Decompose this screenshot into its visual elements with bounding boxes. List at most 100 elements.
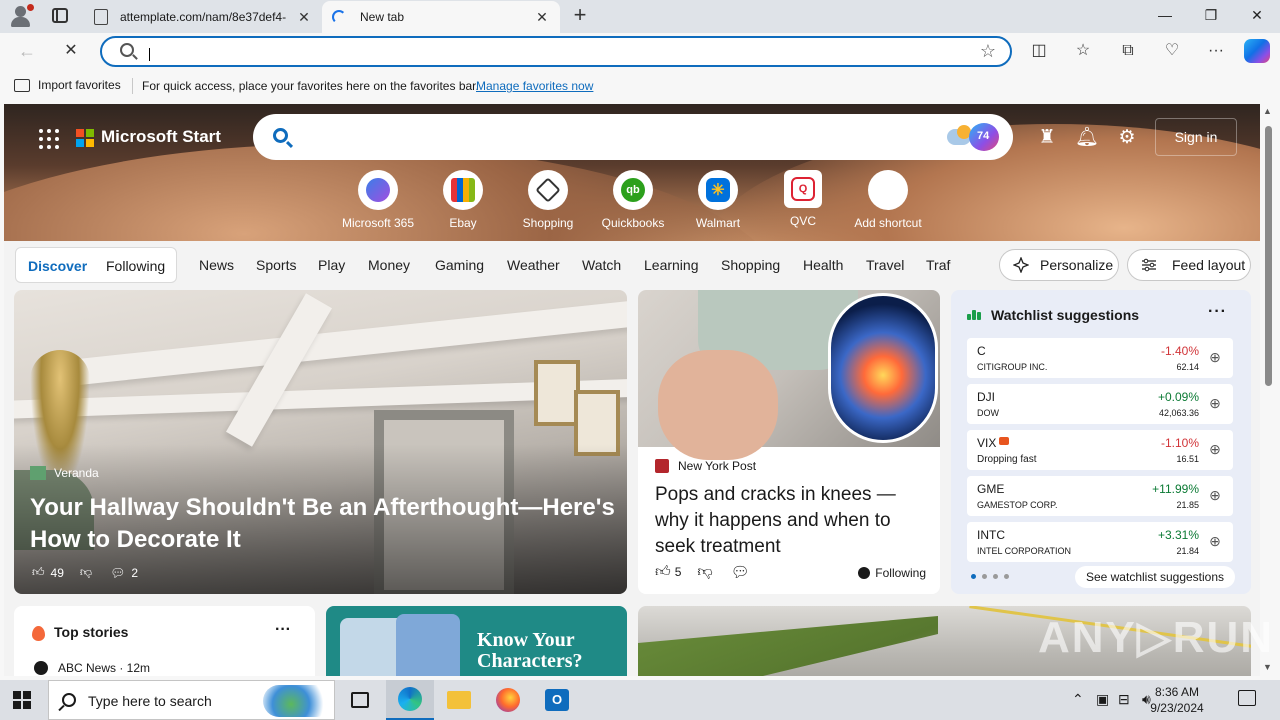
- category-traffic[interactable]: Traf: [926, 257, 950, 273]
- article-source[interactable]: New York Post: [655, 459, 756, 473]
- shortcut-label: Quickbooks: [601, 216, 665, 230]
- app-launcher-icon[interactable]: [39, 129, 59, 149]
- knee-article-card[interactable]: New York Post Pops and cracks in knees —…: [638, 290, 940, 594]
- article-headline[interactable]: Your Hallway Shouldn't Be an Afterthough…: [30, 492, 620, 556]
- scroll-up-arrow-icon[interactable]: ▲: [1263, 106, 1272, 116]
- see-watchlist-suggestions-button[interactable]: See watchlist suggestions: [1075, 566, 1235, 588]
- manage-favorites-link[interactable]: Manage favorites now: [476, 79, 593, 93]
- article-source[interactable]: Veranda: [30, 466, 99, 480]
- stock-row[interactable]: VIX Dropping fast -1.10% 16.51 ⊕: [967, 430, 1233, 470]
- add-to-watchlist-icon[interactable]: ⊕: [1205, 439, 1225, 459]
- collections-icon[interactable]: ⧉: [1115, 38, 1141, 64]
- shortcut-walmart[interactable]: ✳ Walmart: [678, 170, 758, 230]
- dislike-icon[interactable]: 👎︎: [697, 563, 712, 581]
- network-device-icon[interactable]: ▣: [1096, 691, 1109, 708]
- category-learning[interactable]: Learning: [644, 257, 699, 273]
- import-favorites-button[interactable]: Import favorites: [14, 78, 121, 92]
- add-to-watchlist-icon[interactable]: ⊕: [1205, 393, 1225, 413]
- category-health[interactable]: Health: [803, 257, 843, 273]
- add-to-watchlist-icon[interactable]: ⊕: [1205, 485, 1225, 505]
- settings-more-icon[interactable]: ···: [1203, 38, 1229, 64]
- profile-icon[interactable]: [8, 4, 34, 28]
- category-weather[interactable]: Weather: [507, 257, 560, 273]
- like-icon[interactable]: 👍︎: [655, 563, 671, 581]
- new-tab-button[interactable]: +: [568, 3, 592, 29]
- personalize-button[interactable]: Personalize: [999, 249, 1119, 281]
- shortcut-quickbooks[interactable]: qb Quickbooks: [593, 170, 673, 230]
- sign-in-button[interactable]: Sign in: [1155, 118, 1237, 156]
- article-headline[interactable]: Pops and cracks in knees — why it happen…: [655, 482, 930, 560]
- task-view-button[interactable]: [336, 680, 384, 720]
- category-news[interactable]: News: [199, 257, 234, 273]
- add-shortcut-button[interactable]: + Add shortcut: [848, 170, 928, 230]
- restore-button[interactable]: ❐: [1188, 0, 1234, 33]
- favorites-icon[interactable]: ☆: [1070, 38, 1096, 64]
- settings-gear-icon[interactable]: ⚙: [1115, 126, 1139, 150]
- minimize-button[interactable]: —: [1142, 0, 1188, 33]
- copilot-icon[interactable]: [1244, 39, 1270, 63]
- notifications-icon[interactable]: [1238, 690, 1256, 706]
- hero-article-card[interactable]: Veranda Your Hallway Shouldn't Be an Aft…: [14, 290, 627, 594]
- network-icon[interactable]: ⊟: [1118, 691, 1130, 708]
- tab-actions-icon[interactable]: [52, 8, 68, 23]
- quiz-game-card[interactable]: Know Your Characters?: [326, 606, 627, 676]
- weather-copilot-widget[interactable]: 74: [947, 123, 1003, 151]
- shortcut-shopping[interactable]: Shopping: [508, 170, 588, 230]
- windows-start-icon[interactable]: [13, 691, 31, 709]
- show-hidden-icons-chevron-icon[interactable]: ⌃: [1072, 691, 1084, 708]
- stock-row[interactable]: C CITIGROUP INC. -1.40% 62.14 ⊕: [967, 338, 1233, 378]
- taskbar-file-explorer[interactable]: [435, 680, 483, 720]
- following-button[interactable]: Following: [858, 566, 926, 580]
- page-scrollbar[interactable]: ▲ ▼: [1261, 104, 1276, 676]
- notifications-bell-icon[interactable]: 🔔︎: [1075, 126, 1099, 150]
- web-search-box[interactable]: 74: [253, 114, 1013, 160]
- category-money[interactable]: Money: [368, 257, 410, 273]
- tab-attemplate[interactable]: attemplate.com/nam/8e37def4- ✕: [84, 1, 322, 33]
- stock-row[interactable]: INTC INTEL CORPORATION +3.31% 21.84 ⊕: [967, 522, 1233, 562]
- add-to-watchlist-icon[interactable]: ⊕: [1205, 347, 1225, 367]
- tab-discover[interactable]: Discover: [28, 258, 87, 274]
- taskbar-edge[interactable]: [386, 680, 434, 720]
- tab-new-tab[interactable]: New tab ✕: [322, 1, 560, 33]
- comment-icon[interactable]: 💬︎: [110, 566, 125, 580]
- rewards-trophy-icon[interactable]: ♜: [1035, 126, 1059, 150]
- feed-layout-button[interactable]: Feed layout: [1127, 249, 1251, 281]
- scrollbar-thumb[interactable]: [1265, 126, 1272, 386]
- carousel-dots[interactable]: [971, 574, 1009, 579]
- back-arrow-icon[interactable]: ←: [14, 38, 40, 64]
- stop-loading-icon[interactable]: ✕: [58, 38, 84, 64]
- add-to-watchlist-icon[interactable]: ⊕: [1205, 531, 1225, 551]
- taskbar-search-box[interactable]: Type here to search: [48, 680, 335, 720]
- address-input[interactable]: [152, 42, 932, 62]
- category-shopping[interactable]: Shopping: [721, 257, 780, 273]
- story-source[interactable]: ABC News · 12m: [34, 661, 150, 675]
- scroll-down-arrow-icon[interactable]: ▼: [1263, 662, 1272, 672]
- close-tab-icon[interactable]: ✕: [534, 9, 550, 26]
- category-sports[interactable]: Sports: [256, 257, 296, 273]
- like-icon[interactable]: 👍︎: [32, 565, 45, 580]
- category-play[interactable]: Play: [318, 257, 345, 273]
- shortcut-ebay[interactable]: Ebay: [423, 170, 503, 230]
- close-window-button[interactable]: ✕: [1234, 0, 1280, 33]
- more-options-icon[interactable]: ···: [1208, 303, 1227, 321]
- stock-row[interactable]: DJI DOW +0.09% 42,063.36 ⊕: [967, 384, 1233, 424]
- system-clock[interactable]: 8:36 AM 9/23/2024: [1140, 684, 1214, 716]
- shortcut-qvc[interactable]: Q QVC: [763, 170, 843, 228]
- brand-title[interactable]: Microsoft Start: [101, 127, 221, 147]
- address-bar[interactable]: ☆: [100, 36, 1012, 67]
- category-watch[interactable]: Watch: [582, 257, 621, 273]
- shortcut-microsoft-365[interactable]: Microsoft 365: [338, 170, 418, 230]
- more-options-icon[interactable]: ···: [275, 621, 291, 639]
- dislike-icon[interactable]: 👎︎: [80, 565, 92, 580]
- taskbar-firefox[interactable]: [484, 680, 532, 720]
- category-travel[interactable]: Travel: [866, 257, 904, 273]
- tab-following[interactable]: Following: [106, 258, 165, 274]
- comment-icon[interactable]: 💬︎: [731, 563, 750, 581]
- favorite-star-icon[interactable]: ☆: [980, 41, 996, 62]
- browser-essentials-icon[interactable]: ♡: [1159, 38, 1185, 64]
- close-tab-icon[interactable]: ✕: [296, 9, 312, 26]
- split-screen-icon[interactable]: ◫: [1026, 38, 1052, 64]
- taskbar-outlook[interactable]: O: [533, 680, 581, 720]
- stock-row[interactable]: GME GAMESTOP CORP. +11.99% 21.85 ⊕: [967, 476, 1233, 516]
- category-gaming[interactable]: Gaming: [435, 257, 484, 273]
